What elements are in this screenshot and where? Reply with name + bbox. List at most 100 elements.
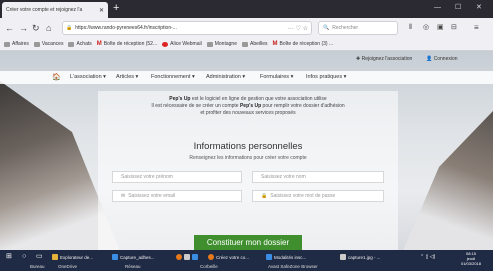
nav-item-infos[interactable]: Infos pratiques ▾ bbox=[306, 74, 346, 80]
submit-button[interactable]: Constituer mon dossier bbox=[194, 235, 302, 250]
desktop-label: Corbeille bbox=[200, 264, 218, 269]
lock-icon: 🔒 bbox=[261, 193, 268, 199]
gmail-icon: M bbox=[96, 41, 102, 47]
system-tray-icon[interactable]: ⌃ ▯ ◁) bbox=[420, 252, 435, 262]
bookmark-label: Abeilles bbox=[249, 41, 268, 47]
bookmark-gmail[interactable]: M Boîte de réception (52... bbox=[97, 41, 157, 47]
folder-icon bbox=[33, 41, 40, 47]
taskbar-app-label: capture1.jpg - ... bbox=[348, 254, 381, 260]
bookmark-alice[interactable]: Alice Webmail bbox=[162, 41, 202, 47]
extension-icon[interactable]: ⊟ bbox=[451, 21, 457, 35]
intro-text: Pep's Up est le logiciel en ligne de ges… bbox=[98, 96, 398, 117]
nav-item-formulaires[interactable]: Formulaires ▾ bbox=[260, 74, 293, 80]
taskbar-app-modalites[interactable]: Modalités insc... bbox=[266, 252, 306, 262]
bookmark-vacances[interactable]: Vacances bbox=[33, 41, 64, 47]
mountain-background bbox=[403, 111, 493, 250]
screenshot-icon[interactable]: ▣ bbox=[437, 21, 444, 35]
desktop-label: Bureau bbox=[30, 264, 45, 269]
search-icon[interactable]: ○ bbox=[22, 252, 26, 262]
bookmark-label: Montagne bbox=[214, 41, 237, 47]
start-icon[interactable]: ⊞ bbox=[6, 252, 12, 262]
email-icon: ✉ bbox=[121, 193, 126, 199]
desktop-label: Avast SafeZone Browser bbox=[268, 264, 318, 269]
email-field[interactable]: ✉ Saisissez votre email bbox=[112, 190, 242, 202]
folder-icon bbox=[52, 254, 58, 260]
lastname-placeholder: Saisissez votre nom bbox=[261, 174, 306, 180]
lastname-field[interactable]: Saisissez votre nom bbox=[252, 171, 384, 183]
page-actions-icon[interactable]: ··· ♡ ☆ bbox=[288, 25, 308, 32]
bookmark-montagne[interactable]: Montagne bbox=[206, 41, 237, 47]
task-view-icon[interactable]: ▭ bbox=[36, 252, 43, 262]
bookmarks-bar: Affaires Vacances Achats M Boîte de récep… bbox=[0, 38, 493, 51]
home-icon[interactable]: ⌂ bbox=[46, 21, 51, 35]
form-title: Informations personnelles bbox=[193, 141, 303, 152]
bookmark-label: Alice Webmail bbox=[170, 41, 202, 47]
nav-item-administration[interactable]: Administration ▾ bbox=[206, 74, 245, 80]
nav-label: L'association bbox=[70, 74, 102, 80]
library-icon[interactable]: ⫴ bbox=[409, 21, 412, 35]
taskbar-app-capture1[interactable]: capture1.jpg - ... bbox=[340, 252, 381, 262]
bookmark-gmail-2[interactable]: M Boîte de réception (3) ... bbox=[273, 41, 334, 47]
nav-label: Formulaires bbox=[260, 74, 290, 80]
tab-bar: Créer votre compte et rejoignez l'a ✕ + … bbox=[0, 0, 493, 18]
folder-icon bbox=[4, 41, 10, 47]
folder-icon bbox=[68, 41, 75, 47]
firefox-icon bbox=[208, 254, 214, 260]
back-icon[interactable]: ← bbox=[5, 21, 14, 35]
password-field[interactable]: 🔒 Saisissez votre mot de passe bbox=[252, 190, 384, 202]
bookmark-achats[interactable]: Achats bbox=[68, 41, 92, 47]
search-input[interactable]: 🔍 Rechercher bbox=[318, 21, 398, 35]
minimize-icon[interactable]: — bbox=[434, 2, 441, 14]
image-icon bbox=[340, 254, 346, 260]
login-link-label: Connexion bbox=[433, 56, 458, 62]
bookmark-affaires[interactable]: Affaires bbox=[4, 41, 29, 47]
form-subtitle: Renseignez les informations pour créer v… bbox=[189, 155, 307, 161]
bookmark-label: Vacances bbox=[41, 41, 64, 47]
nav-item-articles[interactable]: Articles ▾ bbox=[116, 74, 138, 80]
navigation-bar: ← → ↻ ⌂ 🔒 https://www.rando-pyrenees64.f… bbox=[0, 18, 493, 38]
app-icon bbox=[192, 254, 198, 260]
sync-icon[interactable]: ◎ bbox=[423, 21, 429, 35]
reload-icon[interactable]: ↻ bbox=[32, 21, 40, 35]
home-icon[interactable]: 🏠 bbox=[52, 73, 61, 81]
bookmark-abeilles[interactable]: Abeilles bbox=[241, 41, 268, 47]
tab-title: Créer votre compte et rejoignez l'a bbox=[6, 7, 83, 13]
desktop-label: OneDrive bbox=[58, 264, 78, 269]
login-link[interactable]: 👤 Connexion bbox=[426, 56, 458, 62]
url-bar[interactable]: 🔒 https://www.rando-pyrenees64.fr/inscri… bbox=[62, 21, 312, 35]
app-icon bbox=[176, 254, 182, 260]
password-placeholder: Saisissez votre mot de passe bbox=[270, 193, 336, 199]
document-icon bbox=[266, 254, 272, 260]
new-tab-icon[interactable]: + bbox=[113, 1, 119, 15]
bookmark-label: Boîte de réception (52... bbox=[103, 41, 158, 47]
nav-label: Articles bbox=[116, 74, 135, 80]
close-tab-icon[interactable]: ✕ bbox=[99, 7, 104, 14]
top-links: ✚ Rejoignez l'association 👤 Connexion bbox=[0, 56, 493, 66]
taskbar-app-label: Modalités insc... bbox=[274, 254, 307, 260]
folder-icon bbox=[241, 41, 248, 47]
folder-icon bbox=[206, 41, 213, 47]
taskbar-app-firefox[interactable]: Créez votre co... bbox=[208, 252, 249, 262]
nav-item-association[interactable]: L'association ▾ bbox=[70, 74, 106, 80]
menu-icon[interactable]: ≡ bbox=[474, 21, 479, 35]
close-window-icon[interactable]: ✕ bbox=[476, 2, 482, 14]
image-icon bbox=[112, 254, 118, 260]
alice-icon bbox=[162, 41, 169, 47]
firstname-field[interactable]: Saisissez votre prénom bbox=[112, 171, 242, 183]
browser-tab[interactable]: Créer votre compte et rejoignez l'a ✕ bbox=[2, 2, 108, 18]
join-link[interactable]: ✚ Rejoignez l'association bbox=[356, 56, 412, 62]
search-icon: 🔍 bbox=[323, 25, 330, 31]
brand-name: Pep's Up bbox=[169, 96, 191, 102]
taskbar-app-capture[interactable]: Capture_adhes... bbox=[112, 252, 155, 262]
maximize-icon[interactable]: ☐ bbox=[455, 2, 461, 14]
app-icon bbox=[184, 254, 190, 260]
taskbar-app-label: Explorateur de... bbox=[60, 254, 94, 260]
taskbar-app-label: Capture_adhes... bbox=[120, 254, 155, 260]
nav-item-fonctionnement[interactable]: Fonctionnement ▾ bbox=[151, 74, 195, 80]
desktop-labels: Bureau OneDrive Réseau Corbeille Avast S… bbox=[0, 264, 493, 271]
forward-icon[interactable]: → bbox=[19, 21, 28, 35]
nav-label: Administration bbox=[206, 74, 241, 80]
taskbar-app-explorer[interactable]: Explorateur de... bbox=[52, 252, 93, 262]
taskbar-pinned-icons[interactable] bbox=[176, 252, 198, 262]
nav-label: Fonctionnement bbox=[151, 74, 191, 80]
